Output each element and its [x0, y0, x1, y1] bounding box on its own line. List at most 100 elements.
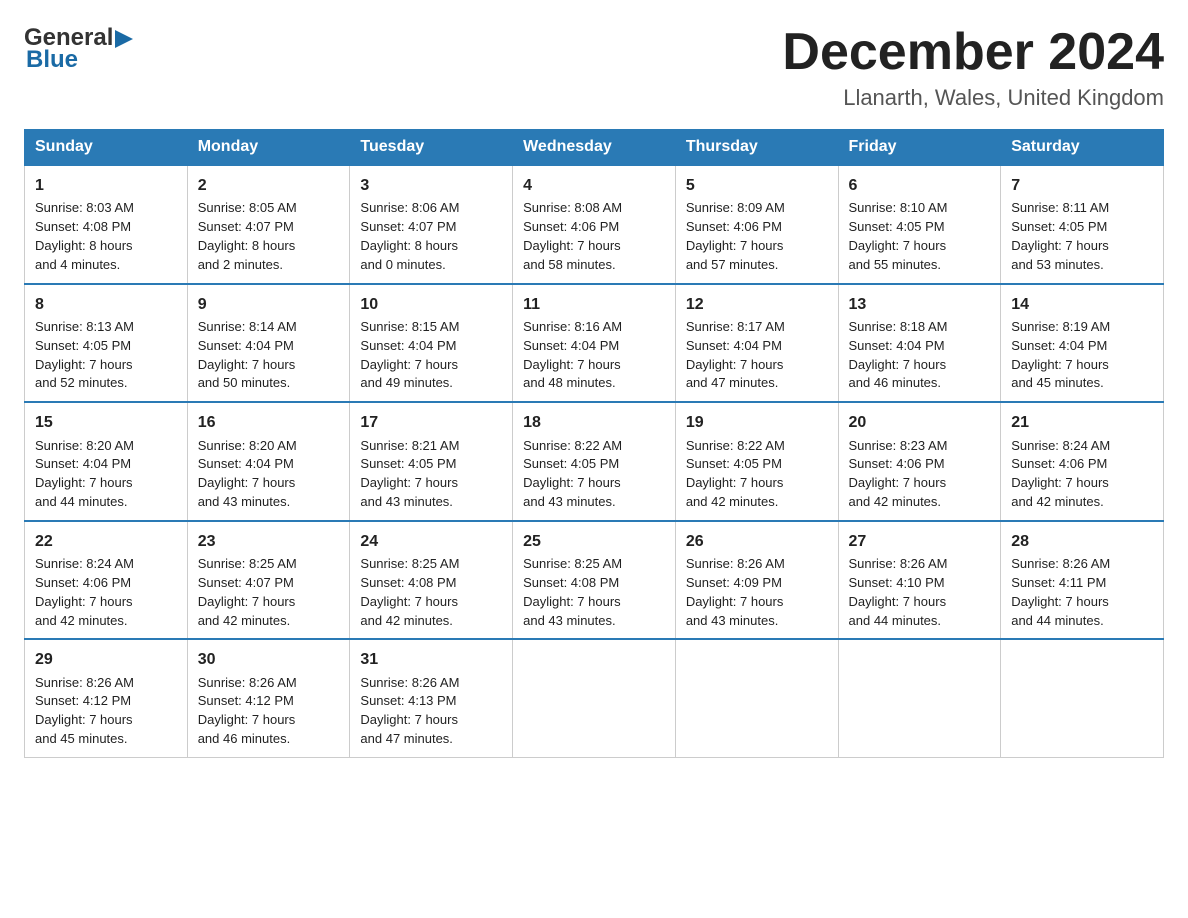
- day-number: 22: [35, 530, 177, 553]
- day-info-line: Sunrise: 8:06 AM: [360, 199, 502, 218]
- day-info-line: Daylight: 7 hours: [198, 356, 340, 375]
- day-info-line: and 42 minutes.: [35, 612, 177, 631]
- day-info-line: Daylight: 7 hours: [198, 593, 340, 612]
- day-info-line: Sunset: 4:06 PM: [849, 455, 991, 474]
- day-info-line: Sunrise: 8:22 AM: [523, 437, 665, 456]
- day-info-line: Sunset: 4:04 PM: [849, 337, 991, 356]
- day-info-line: Sunrise: 8:25 AM: [523, 555, 665, 574]
- day-number: 7: [1011, 174, 1153, 197]
- day-info-line: and 42 minutes.: [198, 612, 340, 631]
- header-saturday: Saturday: [1001, 130, 1164, 166]
- day-info-line: and 45 minutes.: [1011, 374, 1153, 393]
- day-info-line: Sunset: 4:07 PM: [360, 218, 502, 237]
- day-number: 19: [686, 411, 828, 434]
- day-info-line: Sunrise: 8:22 AM: [686, 437, 828, 456]
- calendar-cell: 23Sunrise: 8:25 AMSunset: 4:07 PMDayligh…: [187, 521, 350, 640]
- day-info-line: Sunset: 4:06 PM: [1011, 455, 1153, 474]
- day-info-line: Sunrise: 8:20 AM: [35, 437, 177, 456]
- day-info-line: and 48 minutes.: [523, 374, 665, 393]
- day-number: 20: [849, 411, 991, 434]
- calendar-cell: 13Sunrise: 8:18 AMSunset: 4:04 PMDayligh…: [838, 284, 1001, 403]
- day-info-line: Daylight: 8 hours: [35, 237, 177, 256]
- week-row-2: 8Sunrise: 8:13 AMSunset: 4:05 PMDaylight…: [25, 284, 1164, 403]
- day-info-line: Daylight: 7 hours: [686, 237, 828, 256]
- day-info-line: Daylight: 7 hours: [686, 593, 828, 612]
- calendar-cell: 22 Sunrise: 8:24 AMSunset: 4:06 PMDayligh…: [25, 521, 188, 640]
- day-number: 2: [198, 174, 340, 197]
- calendar-cell: 26Sunrise: 8:26 AMSunset: 4:09 PMDayligh…: [675, 521, 838, 640]
- day-info-line: Sunrise: 8:10 AM: [849, 199, 991, 218]
- day-info-line: Sunrise: 8:14 AM: [198, 318, 340, 337]
- day-info-line: Daylight: 7 hours: [849, 356, 991, 375]
- day-number: 10: [360, 293, 502, 316]
- day-info-line: Daylight: 7 hours: [360, 711, 502, 730]
- day-info-line: Sunrise: 8:26 AM: [1011, 555, 1153, 574]
- day-info-line: Sunrise: 8:24 AM: [35, 555, 177, 574]
- calendar-cell: 8Sunrise: 8:13 AMSunset: 4:05 PMDaylight…: [25, 284, 188, 403]
- calendar-table: SundayMondayTuesdayWednesdayThursdayFrid…: [24, 129, 1164, 758]
- calendar-cell: 17Sunrise: 8:21 AMSunset: 4:05 PMDayligh…: [350, 402, 513, 521]
- day-info-line: Sunrise: 8:17 AM: [686, 318, 828, 337]
- day-info-line: and 55 minutes.: [849, 256, 991, 275]
- day-number: 16: [198, 411, 340, 434]
- day-number: 5: [686, 174, 828, 197]
- day-info-line: Daylight: 7 hours: [849, 237, 991, 256]
- day-number: 1: [35, 174, 177, 197]
- logo-blue-text: Blue: [26, 46, 133, 74]
- calendar-cell: 4Sunrise: 8:08 AMSunset: 4:06 PMDaylight…: [513, 165, 676, 284]
- day-info-line: and 52 minutes.: [35, 374, 177, 393]
- day-info-line: Sunset: 4:05 PM: [1011, 218, 1153, 237]
- day-info-line: Sunset: 4:08 PM: [360, 574, 502, 593]
- calendar-cell: 11Sunrise: 8:16 AMSunset: 4:04 PMDayligh…: [513, 284, 676, 403]
- day-info-line: Daylight: 7 hours: [686, 356, 828, 375]
- header-friday: Friday: [838, 130, 1001, 166]
- day-number: 21: [1011, 411, 1153, 434]
- calendar-cell: 3Sunrise: 8:06 AMSunset: 4:07 PMDaylight…: [350, 165, 513, 284]
- calendar-cell: 9Sunrise: 8:14 AMSunset: 4:04 PMDaylight…: [187, 284, 350, 403]
- day-info-line: Sunset: 4:05 PM: [523, 455, 665, 474]
- calendar-cell: 29Sunrise: 8:26 AMSunset: 4:12 PMDayligh…: [25, 639, 188, 757]
- week-row-4: 22Sunrise: 8:24 AMSunset: 4:06 PMDayligh…: [25, 521, 1164, 640]
- day-info-line: Sunset: 4:04 PM: [360, 337, 502, 356]
- day-info-line: Sunset: 4:07 PM: [198, 574, 340, 593]
- day-number: 28: [1011, 530, 1153, 553]
- day-number: 27: [849, 530, 991, 553]
- calendar-cell: 2Sunrise: 8:05 AMSunset: 4:07 PMDaylight…: [187, 165, 350, 284]
- day-info-line: Daylight: 7 hours: [35, 593, 177, 612]
- day-info-line: Daylight: 7 hours: [686, 474, 828, 493]
- calendar-cell: 25Sunrise: 8:25 AMSunset: 4:08 PMDayligh…: [513, 521, 676, 640]
- day-info-line: Sunset: 4:04 PM: [1011, 337, 1153, 356]
- day-info-line: Sunset: 4:06 PM: [35, 574, 177, 593]
- calendar-cell: 6Sunrise: 8:10 AMSunset: 4:05 PMDaylight…: [838, 165, 1001, 284]
- day-info-line: Sunset: 4:05 PM: [35, 337, 177, 356]
- day-info-line: and 43 minutes.: [198, 493, 340, 512]
- day-info-line: Daylight: 7 hours: [523, 474, 665, 493]
- day-number: 29: [35, 648, 177, 671]
- day-number: 6: [849, 174, 991, 197]
- day-info-line: Sunrise: 8:15 AM: [360, 318, 502, 337]
- day-info-line: Daylight: 7 hours: [849, 593, 991, 612]
- day-number: 12: [686, 293, 828, 316]
- day-number: 18: [523, 411, 665, 434]
- header-monday: Monday: [187, 130, 350, 166]
- calendar-cell: 14Sunrise: 8:19 AMSunset: 4:04 PMDayligh…: [1001, 284, 1164, 403]
- day-info-line: Daylight: 7 hours: [523, 356, 665, 375]
- month-title: December 2024: [782, 24, 1164, 81]
- header-sunday: Sunday: [25, 130, 188, 166]
- day-info-line: Daylight: 7 hours: [35, 356, 177, 375]
- day-info-line: and 42 minutes.: [686, 493, 828, 512]
- day-number: 15: [35, 411, 177, 434]
- day-info-line: and 53 minutes.: [1011, 256, 1153, 275]
- day-info-line: and 47 minutes.: [686, 374, 828, 393]
- day-info-line: Sunset: 4:04 PM: [198, 337, 340, 356]
- calendar-cell: 27Sunrise: 8:26 AMSunset: 4:10 PMDayligh…: [838, 521, 1001, 640]
- calendar-cell: 30Sunrise: 8:26 AMSunset: 4:12 PMDayligh…: [187, 639, 350, 757]
- day-info-line: Sunrise: 8:25 AM: [198, 555, 340, 574]
- calendar-cell: 19Sunrise: 8:22 AMSunset: 4:05 PMDayligh…: [675, 402, 838, 521]
- day-info-line: Daylight: 7 hours: [849, 474, 991, 493]
- calendar-cell: 7Sunrise: 8:11 AMSunset: 4:05 PMDaylight…: [1001, 165, 1164, 284]
- day-info-line: Sunrise: 8:26 AM: [35, 674, 177, 693]
- day-info-line: Sunset: 4:06 PM: [523, 218, 665, 237]
- day-info-line: and 45 minutes.: [35, 730, 177, 749]
- day-info-line: Sunset: 4:04 PM: [35, 455, 177, 474]
